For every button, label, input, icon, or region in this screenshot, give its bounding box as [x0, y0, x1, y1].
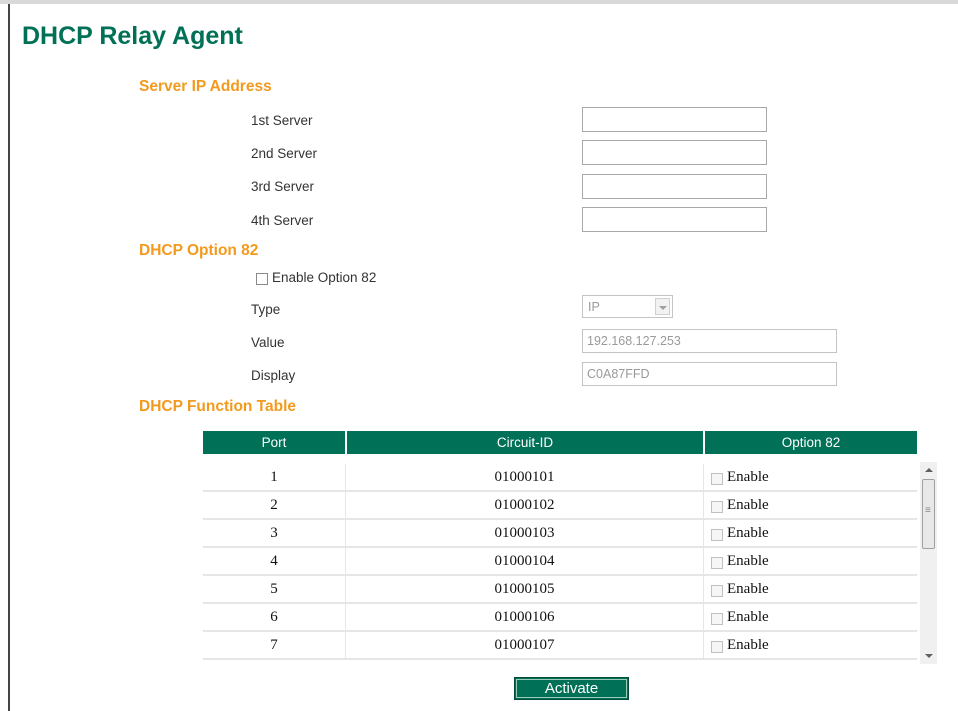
server-2-input[interactable]	[582, 140, 767, 165]
scrollbar-thumb[interactable]	[922, 479, 935, 549]
table-row: 1 01000101 Enable	[203, 464, 917, 492]
option82-checkbox[interactable]	[711, 501, 723, 513]
port-cell: 7	[270, 637, 278, 653]
value-label: Value	[251, 335, 285, 350]
type-label: Type	[251, 302, 281, 317]
cell-divider	[703, 464, 704, 492]
display-input[interactable]	[582, 362, 837, 386]
option82-label: Enable	[727, 637, 769, 653]
option82-checkbox[interactable]	[711, 473, 723, 485]
window-top-border	[0, 0, 958, 4]
table-header: Port Circuit-ID Option 82	[203, 431, 917, 454]
table-row: 5 01000105 Enable	[203, 576, 917, 604]
option82-section-title: DHCP Option 82	[139, 242, 259, 259]
activate-button[interactable]: Activate	[514, 677, 629, 700]
page-title: DHCP Relay Agent	[22, 22, 243, 50]
type-select[interactable]: IP	[582, 295, 673, 318]
option82-checkbox[interactable]	[711, 529, 723, 541]
table-scrollbar[interactable]	[920, 462, 937, 664]
option82-label: Enable	[727, 609, 769, 625]
circuit-id-cell: 01000103	[494, 525, 555, 541]
option82-checkbox[interactable]	[711, 557, 723, 569]
circuit-id-cell: 01000104	[494, 553, 555, 569]
cell-divider	[703, 520, 704, 548]
port-cell: 5	[270, 581, 278, 597]
table-row: 6 01000106 Enable	[203, 604, 917, 632]
option82-checkbox[interactable]	[711, 641, 723, 653]
table-row: 3 01000103 Enable	[203, 520, 917, 548]
column-header-option82: Option 82	[781, 435, 841, 450]
function-table-body: 1 01000101 Enable 2 01000102 Enable 3 01…	[203, 462, 917, 664]
port-cell: 6	[270, 609, 278, 625]
scroll-down-arrow-icon[interactable]	[920, 648, 937, 664]
server-4-label: 4th Server	[251, 213, 314, 228]
option82-checkbox[interactable]	[711, 613, 723, 625]
table-row: 7 01000107 Enable	[203, 632, 917, 660]
circuit-id-cell: 01000107	[494, 637, 555, 653]
cell-divider	[703, 632, 704, 660]
server-ip-section-title: Server IP Address	[139, 78, 272, 95]
port-cell: 1	[270, 469, 278, 485]
table-row: 4 01000104 Enable	[203, 548, 917, 576]
column-header-port: Port	[261, 435, 287, 450]
cell-divider	[703, 604, 704, 632]
function-table-section-title: DHCP Function Table	[139, 398, 297, 415]
server-1-label: 1st Server	[251, 113, 313, 128]
server-3-input[interactable]	[582, 174, 767, 199]
option82-label: Enable	[727, 497, 769, 513]
option82-label: Enable	[727, 469, 769, 485]
cell-divider	[703, 548, 704, 576]
display-label: Display	[251, 368, 296, 383]
port-cell: 2	[270, 497, 278, 513]
circuit-id-cell: 01000106	[494, 609, 555, 625]
circuit-id-cell: 01000102	[494, 497, 555, 513]
column-header-circuit-id: Circuit-ID	[496, 435, 554, 450]
option82-label: Enable	[727, 581, 769, 597]
cell-divider	[703, 576, 704, 604]
server-2-label: 2nd Server	[251, 146, 318, 161]
circuit-id-cell: 01000105	[494, 581, 555, 597]
enable-option82-label: Enable Option 82	[272, 270, 377, 285]
circuit-id-cell: 01000101	[494, 469, 555, 485]
cell-divider	[703, 492, 704, 520]
chevron-down-icon	[655, 298, 670, 315]
table-row: 2 01000102 Enable	[203, 492, 917, 520]
window-left-border	[8, 4, 10, 711]
scroll-up-arrow-icon[interactable]	[920, 462, 937, 478]
type-select-value: IP	[588, 300, 600, 314]
server-1-input[interactable]	[582, 107, 767, 132]
option82-checkbox[interactable]	[711, 585, 723, 597]
server-3-label: 3rd Server	[251, 179, 315, 194]
enable-option82-checkbox[interactable]	[256, 273, 268, 285]
server-4-input[interactable]	[582, 207, 767, 232]
option82-label: Enable	[727, 525, 769, 541]
port-cell: 4	[270, 553, 278, 569]
option82-label: Enable	[727, 553, 769, 569]
port-cell: 3	[270, 525, 278, 541]
value-input[interactable]	[582, 329, 837, 353]
